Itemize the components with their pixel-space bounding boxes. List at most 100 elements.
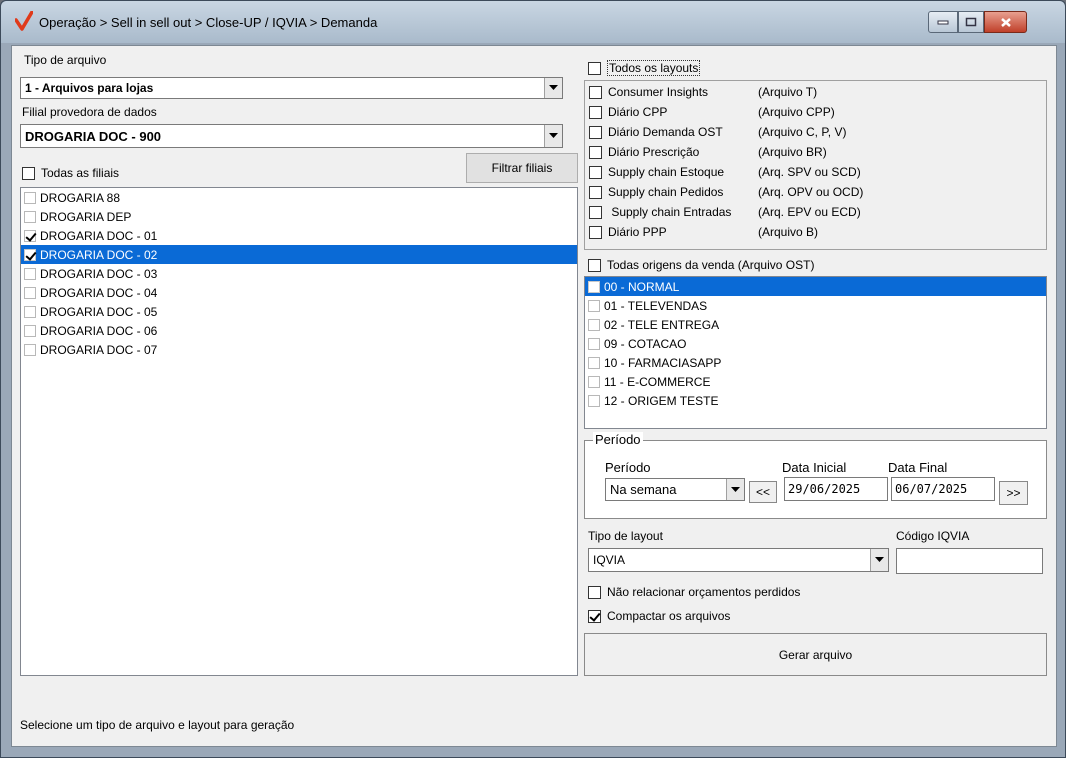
all-origins-toggle[interactable]: Todas origens da venda (Arquivo OST) <box>588 258 814 272</box>
branch-list-item[interactable]: DROGARIA DOC - 03 <box>21 264 577 283</box>
branch-list-item[interactable]: DROGARIA DOC - 01 <box>21 226 577 245</box>
no-lost-quotes-toggle[interactable]: Não relacionar orçamentos perdidos <box>588 585 800 599</box>
layout-checkbox[interactable] <box>589 165 602 179</box>
previous-period-button[interactable]: << <box>749 481 777 503</box>
origin-list-item[interactable]: 12 - ORIGEM TESTE <box>585 391 1046 410</box>
compress-checkbox[interactable] <box>588 609 601 623</box>
no-lost-quotes-checkbox[interactable] <box>588 585 601 599</box>
branch-checkbox[interactable] <box>24 210 36 223</box>
provider-select[interactable]: DROGARIA DOC - 900 <box>20 124 563 148</box>
branch-list[interactable]: DROGARIA 88 DROGARIA DEP DROGARIA DOC - 01… <box>20 187 578 676</box>
origin-checkbox[interactable] <box>588 356 600 369</box>
all-layouts-checkbox[interactable] <box>588 61 601 75</box>
branch-checkbox[interactable] <box>24 229 36 242</box>
origin-list-item[interactable]: 11 - E-COMMERCE <box>585 372 1046 391</box>
compress-toggle[interactable]: Compactar os arquivos <box>588 609 730 623</box>
origin-checkbox[interactable] <box>588 375 600 388</box>
origin-list-item[interactable]: 09 - COTACAO <box>585 334 1046 353</box>
branch-checkbox[interactable] <box>24 305 36 318</box>
iqvia-code-input[interactable] <box>896 548 1043 574</box>
chevron-down-icon[interactable] <box>870 549 888 571</box>
origin-label: 12 - ORIGEM TESTE <box>604 393 719 408</box>
layout-option[interactable]: Diário CPP (Arquivo CPP) <box>589 105 835 119</box>
layout-option[interactable]: Supply chain Estoque (Arq. SPV ou SCD) <box>589 165 861 179</box>
branch-label: DROGARIA DOC - 03 <box>40 266 158 281</box>
branch-checkbox[interactable] <box>24 286 36 299</box>
layout-name: Diário PPP <box>608 225 667 239</box>
layout-checkbox[interactable] <box>589 125 602 139</box>
compress-label: Compactar os arquivos <box>607 609 731 623</box>
origin-list-item[interactable]: 00 - NORMAL <box>585 277 1046 296</box>
provider-label: Filial provedora de dados <box>22 105 157 119</box>
layout-checkbox[interactable] <box>589 105 602 119</box>
all-layouts-toggle[interactable]: Todos os layouts <box>588 60 701 76</box>
title-bar[interactable]: Operação > Sell in sell out > Close-UP /… <box>1 1 1065 43</box>
branch-checkbox[interactable] <box>24 191 36 204</box>
branch-checkbox[interactable] <box>24 248 36 261</box>
layout-name: Supply chain Estoque <box>608 165 725 179</box>
branch-list-item[interactable]: DROGARIA DOC - 07 <box>21 340 577 359</box>
layout-option[interactable]: Diário Demanda OST (Arquivo C, P, V) <box>589 125 846 139</box>
generate-file-button[interactable]: Gerar arquivo <box>584 633 1047 676</box>
origin-checkbox[interactable] <box>588 394 600 407</box>
branch-label: DROGARIA DOC - 05 <box>40 304 158 319</box>
close-button[interactable] <box>984 11 1027 33</box>
period-group-title: Período <box>593 432 643 447</box>
branch-checkbox[interactable] <box>24 343 36 356</box>
layout-checkbox[interactable] <box>589 85 602 99</box>
layout-option[interactable]: Diário PPP (Arquivo B) <box>589 225 818 239</box>
layout-checkbox[interactable] <box>589 225 602 239</box>
layout-checkbox[interactable] <box>589 185 602 199</box>
layout-option[interactable]: Consumer Insights (Arquivo T) <box>589 85 817 99</box>
generate-file-label: Gerar arquivo <box>778 647 853 662</box>
branch-checkbox[interactable] <box>24 267 36 280</box>
file-type-select[interactable]: 1 - Arquivos para lojas <box>20 77 563 99</box>
all-branches-checkbox[interactable] <box>22 166 35 180</box>
layout-option[interactable]: Supply chain Pedidos (Arq. OPV ou OCD) <box>589 185 863 199</box>
origin-checkbox[interactable] <box>588 280 600 293</box>
layout-checkbox[interactable] <box>589 205 602 219</box>
start-date-input[interactable]: 29/06/2025 <box>784 477 888 501</box>
origin-label: 00 - NORMAL <box>604 279 680 294</box>
all-branches-toggle[interactable]: Todas as filiais <box>22 166 119 180</box>
origin-checkbox[interactable] <box>588 318 600 331</box>
minimize-button[interactable] <box>928 11 958 33</box>
branch-list-item[interactable]: DROGARIA 88 <box>21 188 577 207</box>
filter-branches-button[interactable]: Filtrar filiais <box>466 153 578 183</box>
all-origins-checkbox[interactable] <box>588 258 601 272</box>
layout-file-type: (Arquivo C, P, V) <box>758 125 847 139</box>
chevron-down-icon[interactable] <box>544 78 562 98</box>
origin-list[interactable]: 00 - NORMAL 01 - TELEVENDAS 02 - TELE ENTR… <box>584 276 1047 429</box>
origin-checkbox[interactable] <box>588 337 600 350</box>
branch-list-item[interactable]: DROGARIA DEP <box>21 207 577 226</box>
branch-checkbox[interactable] <box>24 324 36 337</box>
status-text: Selecione um tipo de arquivo e layout pa… <box>20 718 295 732</box>
layout-file-type: (Arquivo BR) <box>758 145 827 159</box>
chevron-down-icon[interactable] <box>544 125 562 147</box>
layout-name: Diário CPP <box>608 105 668 119</box>
origin-label: 02 - TELE ENTREGA <box>604 317 720 332</box>
end-date-input[interactable]: 06/07/2025 <box>891 477 995 501</box>
next-period-button[interactable]: >> <box>999 481 1028 505</box>
branch-label: DROGARIA DOC - 06 <box>40 323 158 338</box>
origin-label: 01 - TELEVENDAS <box>604 298 708 313</box>
chevron-down-icon[interactable] <box>726 479 744 500</box>
layout-option[interactable]: Diário Prescrição (Arquivo BR) <box>589 145 827 159</box>
origin-list-item[interactable]: 10 - FARMACIASAPP <box>585 353 1046 372</box>
branch-list-item[interactable]: DROGARIA DOC - 02 <box>21 245 577 264</box>
branch-list-item[interactable]: DROGARIA DOC - 06 <box>21 321 577 340</box>
file-type-label: Tipo de arquivo <box>24 53 107 67</box>
origin-list-item[interactable]: 02 - TELE ENTREGA <box>585 315 1046 334</box>
branch-list-item[interactable]: DROGARIA DOC - 05 <box>21 302 577 321</box>
layout-name: Diário Prescrição <box>608 145 700 159</box>
origin-list-item[interactable]: 01 - TELEVENDAS <box>585 296 1046 315</box>
period-select[interactable]: Na semana <box>605 478 745 501</box>
layout-file-type: (Arquivo CPP) <box>758 105 835 119</box>
maximize-button[interactable] <box>958 11 984 33</box>
layout-option[interactable]: Supply chain Entradas (Arq. EPV ou ECD) <box>589 205 861 219</box>
layout-checkbox[interactable] <box>589 145 602 159</box>
origin-checkbox[interactable] <box>588 299 600 312</box>
layout-type-label: Tipo de layout <box>588 529 663 543</box>
branch-list-item[interactable]: DROGARIA DOC - 04 <box>21 283 577 302</box>
layout-type-select[interactable]: IQVIA <box>588 548 889 572</box>
